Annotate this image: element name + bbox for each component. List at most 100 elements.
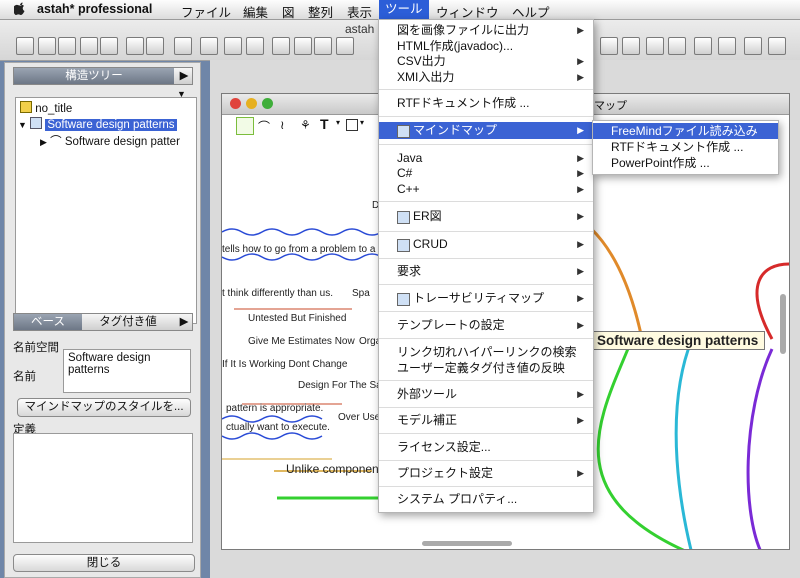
menu-item-export-image[interactable]: 図を画像ファイルに出力 ▶ — [379, 22, 593, 39]
print-icon[interactable] — [80, 37, 98, 55]
tree-grandchild-item[interactable]: ▶ ⌒ Software design patter — [40, 134, 180, 150]
expand-down-icon[interactable]: ▼ — [18, 120, 27, 130]
delete-icon[interactable] — [200, 37, 218, 55]
mindmap-node[interactable]: Spa — [352, 288, 370, 299]
menu-separator — [379, 284, 593, 285]
submenu-arrow-icon: ▶ — [577, 389, 584, 399]
tab-base[interactable]: ベース — [14, 314, 82, 330]
tab-next-icon[interactable]: ▶ — [176, 314, 192, 330]
cut-icon[interactable] — [174, 37, 192, 55]
central-topic[interactable]: Software design patterns — [590, 331, 766, 350]
mindmap-style-button[interactable]: マインドマップのスタイルを... — [17, 398, 191, 417]
mindmap-node[interactable]: ctually want to execute. — [226, 422, 330, 433]
expand-right-icon[interactable]: ▶ — [40, 137, 47, 147]
submenu-item-freemind-import[interactable]: FreeMindファイル読み込み — [593, 123, 778, 139]
zoom-in-icon[interactable] — [294, 37, 312, 55]
menu-item-template-settings[interactable]: テンプレートの設定 ▶ — [379, 317, 593, 334]
font-color-icon[interactable] — [600, 37, 618, 55]
menu-item-traceability-map[interactable]: トレーサビリティマップ ▶ — [379, 290, 593, 307]
menu-item-csv-export[interactable]: CSV出力 ▶ — [379, 53, 593, 70]
menu-item-mindmap[interactable]: マインドマップ ▶ — [379, 122, 593, 139]
new-icon[interactable] — [16, 37, 34, 55]
menu-item-model-fix[interactable]: モデル補正 ▶ — [379, 412, 593, 429]
apple-menu-icon[interactable] — [12, 1, 26, 18]
mindmap-node[interactable]: Unlike componen — [286, 462, 379, 476]
vertical-scrollbar[interactable] — [780, 294, 786, 354]
menu-item-requirements[interactable]: 要求 ▶ — [379, 263, 593, 280]
fill-color-icon[interactable] — [694, 37, 712, 55]
line-color-icon[interactable] — [718, 37, 736, 55]
menu-item-project-settings[interactable]: プロジェクト設定 ▶ — [379, 465, 593, 482]
mindmap-node[interactable]: Give Me Estimates Now — [248, 336, 355, 347]
name-label: 名前 — [13, 371, 36, 383]
menu-item-csharp[interactable]: C# ▶ — [379, 165, 593, 182]
menu-separator — [379, 338, 593, 339]
menu-item-label: ライセンス設定... — [397, 440, 491, 454]
shape-icon[interactable] — [744, 37, 762, 55]
menu-item-user-tags[interactable]: ユーザー定義タグ付き値の反映 — [379, 360, 593, 377]
preview-icon[interactable] — [100, 37, 118, 55]
structure-tree[interactable]: no_title ▼ Software design patterns ▶ ⌒ … — [15, 97, 197, 324]
mindmap-node[interactable]: Over Use — [338, 412, 380, 423]
tab-tagged-values[interactable]: タグ付き値 — [84, 314, 172, 330]
mindmap-node[interactable]: If It Is Working Dont Change — [222, 359, 347, 370]
tree-root-item[interactable]: no_title — [20, 101, 72, 117]
menu-item-rtf[interactable]: RTFドキュメント作成 ... — [379, 95, 593, 112]
zoom-out-icon[interactable] — [314, 37, 332, 55]
align-middle-icon[interactable] — [646, 37, 664, 55]
redo-icon[interactable] — [246, 37, 264, 55]
mindmap-node[interactable]: pattern is appropriate. — [226, 403, 323, 414]
menu-item-cpp[interactable]: C++ ▶ — [379, 181, 593, 198]
submenu-item-rtf[interactable]: RTFドキュメント作成 ... — [593, 139, 778, 155]
undo-icon[interactable] — [224, 37, 242, 55]
menu-separator — [379, 89, 593, 90]
zoom-icon[interactable] — [336, 37, 354, 55]
save-icon[interactable] — [58, 37, 76, 55]
menu-item-er-diagram[interactable]: ER図 ▶ — [379, 208, 593, 225]
close-button[interactable]: 閉じる — [13, 554, 195, 572]
menu-view[interactable]: 表示 — [347, 2, 372, 21]
line-style-icon[interactable] — [668, 37, 686, 55]
align-top-icon[interactable] — [622, 37, 640, 55]
menu-item-crud[interactable]: CRUD ▶ — [379, 236, 593, 253]
tab-structure-tree[interactable]: 構造ツリー — [14, 68, 174, 84]
menu-diagram[interactable]: 図 — [282, 2, 295, 21]
tools-menu: 図を画像ファイルに出力 ▶ HTML作成(javadoc)... CSV出力 ▶ X… — [378, 19, 594, 513]
minimize-window-icon[interactable] — [246, 98, 257, 109]
app-name-menu[interactable]: astah* professional — [37, 2, 152, 16]
mindmap-node[interactable]: Untested But Finished — [248, 313, 346, 324]
copy-icon[interactable] — [126, 37, 144, 55]
zoom-window-icon[interactable] — [262, 98, 273, 109]
submenu-arrow-icon: ▶ — [577, 25, 584, 35]
menu-item-xmi[interactable]: XMI入出力 ▶ — [379, 69, 593, 86]
name-field[interactable]: Software design patterns — [63, 349, 191, 393]
menu-item-license[interactable]: ライセンス設定... — [379, 439, 593, 456]
more-icon[interactable] — [768, 37, 786, 55]
menu-tools[interactable]: ツール — [379, 0, 429, 20]
definition-field[interactable] — [13, 433, 193, 543]
zoom-fit-icon[interactable] — [272, 37, 290, 55]
menu-item-label: ER図 — [413, 209, 442, 223]
mindmap-node[interactable]: tells how to go from a problem to a ba — [222, 244, 389, 255]
horizontal-scrollbar[interactable] — [422, 541, 512, 546]
menu-edit[interactable]: 編集 — [243, 2, 268, 21]
namespace-label: 名前空間 — [13, 342, 59, 354]
tree-child-item[interactable]: ▼ Software design patterns — [18, 117, 177, 133]
tree-tabbar: 構造ツリー ▶ — [13, 67, 193, 85]
submenu-arrow-icon: ▶ — [577, 266, 584, 276]
menu-item-label: ユーザー定義タグ付き値の反映 — [397, 361, 565, 375]
menu-file[interactable]: ファイル — [181, 2, 231, 21]
menu-separator — [379, 116, 593, 117]
close-window-icon[interactable] — [230, 98, 241, 109]
submenu-arrow-icon: ▶ — [577, 320, 584, 330]
menu-item-broken-links[interactable]: リンク切れハイパーリンクの検索 — [379, 344, 593, 361]
tab-next-icon[interactable]: ▶ — [176, 68, 192, 84]
menu-item-system-properties[interactable]: システム プロパティ... — [379, 491, 593, 508]
open-icon[interactable] — [38, 37, 56, 55]
menu-align[interactable]: 整列 — [308, 2, 333, 21]
submenu-item-powerpoint[interactable]: PowerPoint作成 ... — [593, 155, 778, 171]
paste-icon[interactable] — [146, 37, 164, 55]
menu-separator — [379, 258, 593, 259]
menu-item-external-tools[interactable]: 外部ツール ▶ — [379, 386, 593, 403]
mindmap-node[interactable]: t think differently than us. — [222, 288, 333, 299]
